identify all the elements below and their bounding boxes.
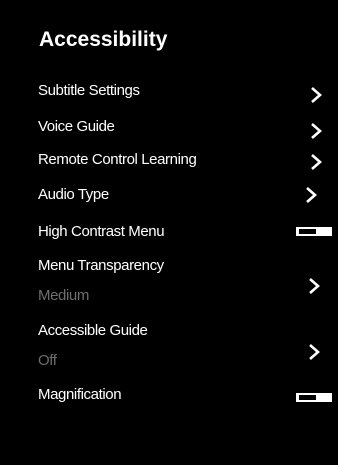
chevron-right-icon xyxy=(309,86,323,104)
menu-item-label: Audio Type xyxy=(38,186,109,203)
menu-item-menu-transparency[interactable]: Menu Transparency Medium xyxy=(0,257,338,307)
chevron-right-icon xyxy=(307,277,321,295)
chevron-right-icon xyxy=(309,122,323,140)
menu-item-high-contrast-menu[interactable]: High Contrast Menu xyxy=(0,223,338,247)
menu-item-label: Menu Transparency xyxy=(38,257,164,274)
menu-item-magnification[interactable]: Magnification xyxy=(0,386,338,410)
menu-item-label: Voice Guide xyxy=(38,118,115,135)
menu-item-accessible-guide[interactable]: Accessible Guide Off xyxy=(0,322,338,372)
menu-item-label: Magnification xyxy=(38,386,122,403)
menu-title: Accessibility xyxy=(39,28,168,51)
menu-item-label: Remote Control Learning xyxy=(38,151,197,168)
toggle-knob xyxy=(299,229,316,234)
toggle-knob xyxy=(299,395,316,400)
menu-item-remote-control-learning[interactable]: Remote Control Learning xyxy=(0,151,338,175)
accessibility-menu-panel: Accessibility Subtitle Settings Voice Gu… xyxy=(0,0,338,465)
high-contrast-toggle[interactable] xyxy=(296,227,332,236)
magnification-toggle[interactable] xyxy=(296,393,332,402)
menu-item-label: High Contrast Menu xyxy=(38,223,165,240)
menu-item-value: Off xyxy=(38,352,57,369)
menu-item-subtitle-settings[interactable]: Subtitle Settings xyxy=(0,82,338,106)
menu-item-audio-type[interactable]: Audio Type xyxy=(0,186,338,210)
menu-item-label: Accessible Guide xyxy=(38,322,148,339)
chevron-right-icon xyxy=(307,343,321,361)
menu-item-voice-guide[interactable]: Voice Guide xyxy=(0,118,338,142)
chevron-right-icon xyxy=(309,153,323,171)
chevron-right-icon xyxy=(304,186,318,204)
menu-item-label: Subtitle Settings xyxy=(38,82,140,99)
menu-item-value: Medium xyxy=(38,287,89,304)
